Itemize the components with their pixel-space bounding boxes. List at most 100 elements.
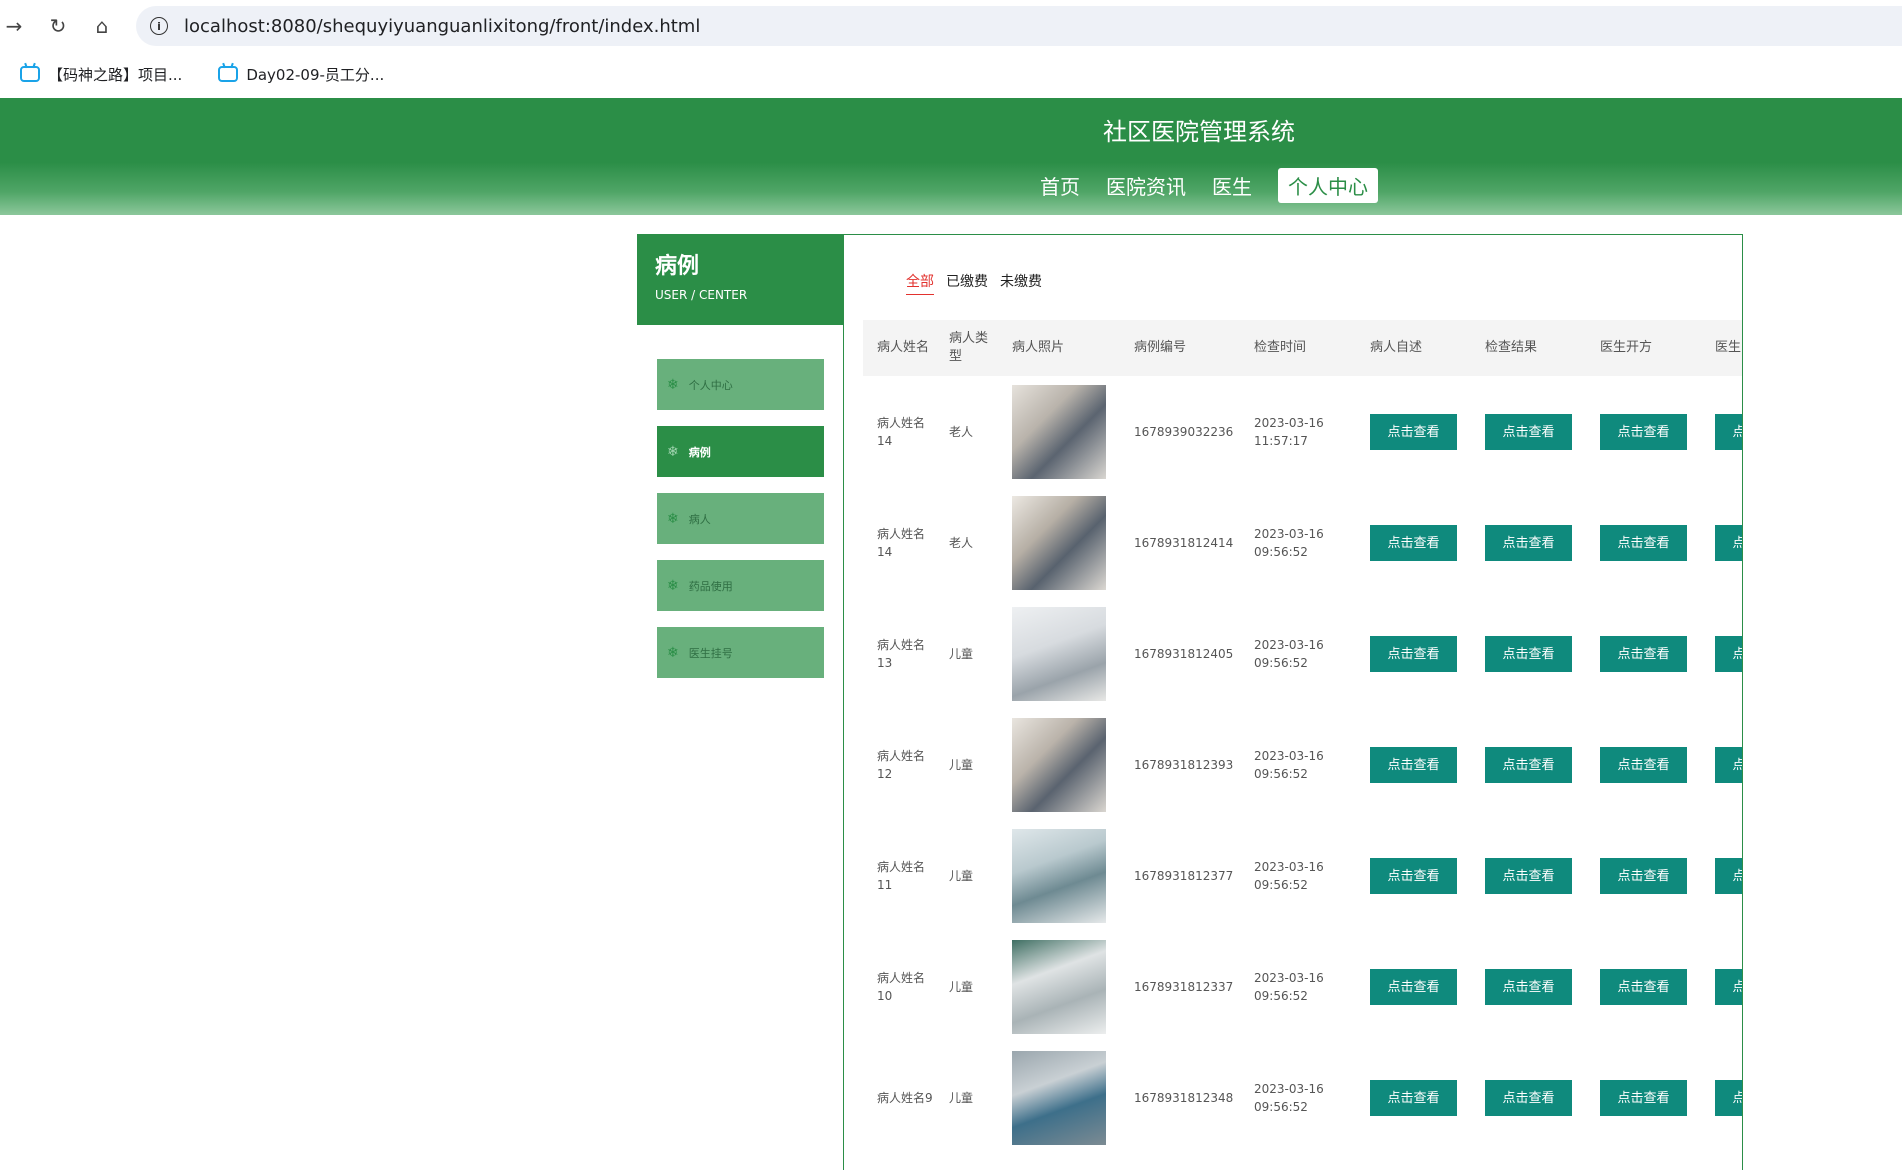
view-button[interactable]: 点击查看 <box>1370 524 1457 561</box>
filter-tab-unpaid[interactable]: 未缴费 <box>1000 271 1042 295</box>
cell-name: 病人姓名11 <box>877 859 926 892</box>
patient-photo[interactable] <box>1012 495 1106 590</box>
view-button[interactable]: 点击查看 <box>1370 968 1457 1005</box>
check-clock: 09:56:52 <box>1254 655 1308 670</box>
view-button[interactable]: 点击查看 <box>1715 857 1742 894</box>
sidebar-header: 病例 USER / CENTER <box>637 234 843 325</box>
content-panel: 全部 已缴费 未缴费 病人姓名 病人类型 病人照片 病例编号 检查时间 病人自述… <box>843 234 1743 1170</box>
check-date: 2023-03-16 <box>1254 859 1324 874</box>
case-table-wrapper[interactable]: 病人姓名 病人类型 病人照片 病例编号 检查时间 病人自述 检查结果 医生开方 … <box>863 320 1742 1170</box>
url-host: localhost <box>184 15 265 37</box>
sidebar: 病例 USER / CENTER ❄ 个人中心 ❄ 病例 ❄ 病人 ❄ 药品使用 ❄ 医生… <box>637 234 843 694</box>
nav-doctor[interactable]: 医生 <box>1212 168 1252 203</box>
sidebar-title: 病例 <box>655 254 700 279</box>
sidebar-menu: ❄ 个人中心 ❄ 病例 ❄ 病人 ❄ 药品使用 ❄ 医生挂号 <box>637 359 843 678</box>
snowflake-icon: ❄ <box>667 510 679 527</box>
cell-case-no: 1678939032236 <box>1134 424 1234 439</box>
check-date: 2023-03-16 <box>1254 1081 1324 1096</box>
cell-name: 病人姓名12 <box>877 748 926 781</box>
cell-case-no: 1678931812337 <box>1134 979 1234 994</box>
view-button[interactable]: 点击查看 <box>1715 524 1742 561</box>
view-button[interactable]: 点击查看 <box>1485 968 1572 1005</box>
view-button[interactable]: 点击查看 <box>1485 524 1572 561</box>
view-button[interactable]: 点击查看 <box>1600 968 1687 1005</box>
view-button[interactable]: 点击查看 <box>1370 635 1457 672</box>
view-button[interactable]: 点击查看 <box>1600 413 1687 450</box>
view-button[interactable]: 点击查看 <box>1485 1079 1572 1116</box>
nav-home[interactable]: 首页 <box>1040 168 1080 203</box>
sidebar-item-registration[interactable]: ❄ 医生挂号 <box>657 627 824 678</box>
cell-photo <box>998 376 1120 487</box>
table-row: 病人姓名9 儿童 1678931812348 2023-03-16 09:56:52 点击… <box>863 1042 1742 1153</box>
nav-personal-center[interactable]: 个人中心 <box>1278 168 1378 203</box>
table-row: 病人姓名14 老人 1678931812414 2023-03-16 09:56:52 点… <box>863 487 1742 598</box>
view-button[interactable]: 点击查看 <box>1715 413 1742 450</box>
patient-photo[interactable] <box>1012 717 1106 812</box>
back-arrow-icon[interactable]: → <box>0 12 28 40</box>
site-title: 社区医院管理系统 <box>1103 118 1295 146</box>
view-button[interactable]: 点击查看 <box>1370 857 1457 894</box>
view-button[interactable]: 点击查看 <box>1715 968 1742 1005</box>
home-icon[interactable]: ⌂ <box>88 12 116 40</box>
patient-photo[interactable] <box>1012 828 1106 923</box>
cell-photo <box>998 931 1120 1042</box>
check-clock: 09:56:52 <box>1254 1099 1308 1114</box>
bookmark-item[interactable]: Day02-09-员工分... <box>218 64 384 85</box>
table-body: 病人姓名14 老人 1678939032236 2023-03-16 11:57:17 点… <box>863 376 1742 1153</box>
bilibili-icon <box>218 66 239 82</box>
url-path: :8080/shequyiyuanguanlixitong/front/inde… <box>264 15 701 37</box>
site-header: 社区医院管理系统 首页 医院资讯 医生 个人中心 <box>0 98 1902 215</box>
view-button[interactable]: 点击查看 <box>1485 413 1572 450</box>
sidebar-item-drug-usage[interactable]: ❄ 药品使用 <box>657 560 824 611</box>
cell-type: 儿童 <box>949 868 974 883</box>
patient-photo[interactable] <box>1012 939 1106 1034</box>
sidebar-item-personal-center[interactable]: ❄ 个人中心 <box>657 359 824 410</box>
view-button[interactable]: 点击查看 <box>1485 746 1572 783</box>
cell-photo <box>998 487 1120 598</box>
view-button[interactable]: 点击查看 <box>1485 635 1572 672</box>
view-button[interactable]: 点击查看 <box>1715 746 1742 783</box>
patient-photo[interactable] <box>1012 384 1106 479</box>
filter-tab-all[interactable]: 全部 <box>906 271 934 295</box>
url-text[interactable]: localhost:8080/shequyiyuanguanlixitong/f… <box>184 16 700 37</box>
view-button[interactable]: 点击查看 <box>1370 413 1457 450</box>
sidebar-item-case[interactable]: ❄ 病例 <box>657 426 824 477</box>
view-button[interactable]: 点击查看 <box>1600 746 1687 783</box>
snowflake-icon: ❄ <box>667 443 679 460</box>
view-button[interactable]: 点击查看 <box>1370 1079 1457 1116</box>
sidebar-item-patient[interactable]: ❄ 病人 <box>657 493 824 544</box>
filter-tab-paid[interactable]: 已缴费 <box>946 271 988 295</box>
bookmark-item[interactable]: 【码神之路】项目... <box>20 64 182 85</box>
cell-name: 病人姓名13 <box>877 637 926 670</box>
patient-photo[interactable] <box>1012 1050 1106 1145</box>
cell-type: 老人 <box>949 535 974 550</box>
cell-photo <box>998 820 1120 931</box>
reload-icon[interactable]: ↻ <box>44 12 72 40</box>
col-header-type: 病人类型 <box>935 320 998 376</box>
view-button[interactable]: 点击查看 <box>1600 857 1687 894</box>
view-button[interactable]: 点击查看 <box>1600 635 1687 672</box>
cell-photo <box>998 1042 1120 1153</box>
sidebar-item-label: 药品使用 <box>688 579 733 593</box>
cell-type: 儿童 <box>949 979 974 994</box>
address-bar[interactable]: i localhost:8080/shequyiyuanguanlixitong… <box>136 6 1902 46</box>
snowflake-icon: ❄ <box>667 644 679 661</box>
view-button[interactable]: 点击查看 <box>1485 857 1572 894</box>
cell-photo <box>998 598 1120 709</box>
cell-name: 病人姓名14 <box>877 526 926 559</box>
case-table: 病人姓名 病人类型 病人照片 病例编号 检查时间 病人自述 检查结果 医生开方 … <box>863 320 1742 1153</box>
view-button[interactable]: 点击查看 <box>1715 635 1742 672</box>
cell-name: 病人姓名9 <box>877 1090 933 1105</box>
info-icon[interactable]: i <box>150 17 168 35</box>
check-date: 2023-03-16 <box>1254 748 1324 763</box>
cell-case-no: 1678931812405 <box>1134 646 1234 661</box>
cell-check-time: 2023-03-16 11:57:17 <box>1240 376 1356 487</box>
view-button[interactable]: 点击查看 <box>1600 524 1687 561</box>
cell-photo <box>998 709 1120 820</box>
cell-name: 病人姓名14 <box>877 415 926 448</box>
nav-hospital-news[interactable]: 医院资讯 <box>1106 168 1186 203</box>
view-button[interactable]: 点击查看 <box>1370 746 1457 783</box>
view-button[interactable]: 点击查看 <box>1600 1079 1687 1116</box>
view-button[interactable]: 点击查看 <box>1715 1079 1742 1116</box>
patient-photo[interactable] <box>1012 606 1106 701</box>
